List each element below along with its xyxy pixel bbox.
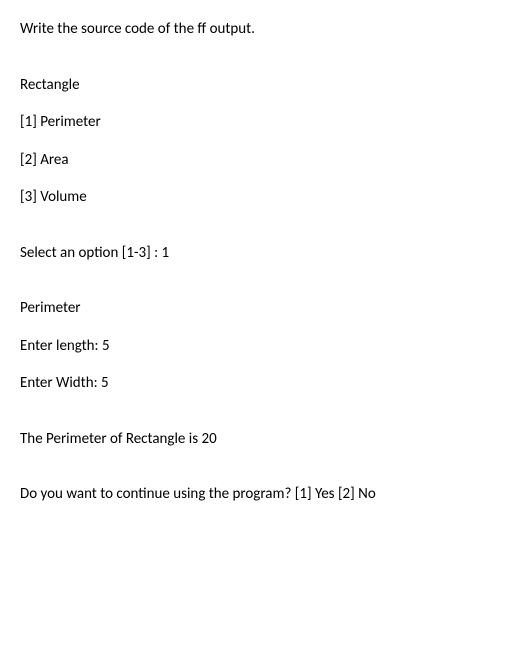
instruction-text: Write the source code of the ff output. (20, 20, 504, 40)
input-length: Enter length: 5 (20, 337, 504, 357)
select-prompt: Select an option [1-3] : 1 (20, 244, 504, 264)
menu-item-area: [2] Area (20, 151, 504, 171)
input-width: Enter Width: 5 (20, 374, 504, 394)
menu-item-volume: [3] Volume (20, 188, 504, 208)
result-text: The Perimeter of Rectangle is 20 (20, 430, 504, 450)
selected-header: Perimeter (20, 299, 504, 319)
menu-item-perimeter: [1] Perimeter (20, 113, 504, 133)
menu-title: Rectangle (20, 76, 504, 96)
continue-prompt: Do you want to continue using the progra… (20, 485, 504, 505)
